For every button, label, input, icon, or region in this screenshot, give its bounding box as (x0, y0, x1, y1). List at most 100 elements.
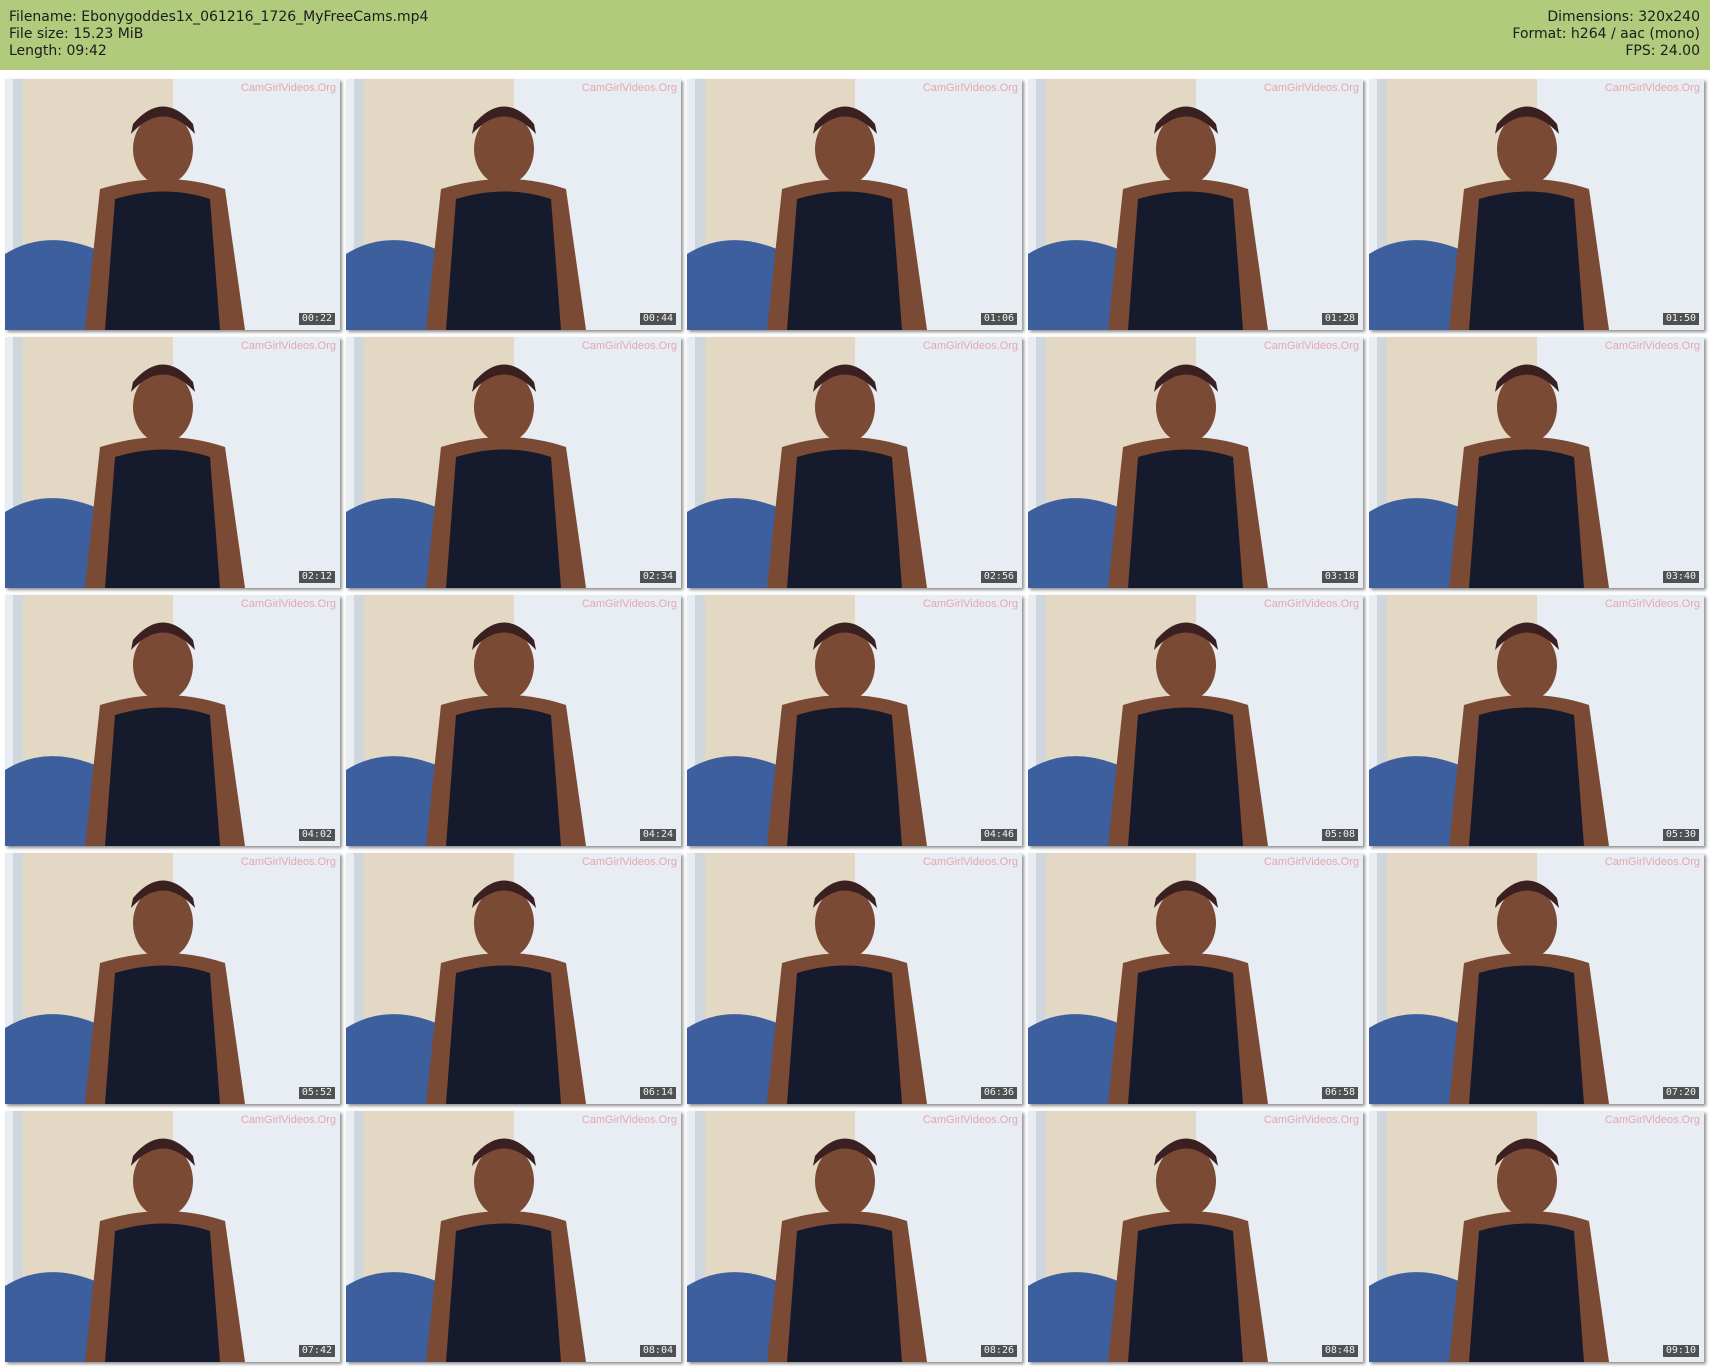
format-text: Format: h264 / aac (mono) (1512, 26, 1700, 42)
frame-image (5, 1111, 340, 1362)
frame-timestamp: 03:18 (1321, 571, 1358, 583)
frame-timestamp: 04:24 (639, 829, 676, 841)
frame-timestamp: 08:48 (1321, 1345, 1358, 1357)
video-frame-thumbnail: CamGirlVideos.Org 06:14 (346, 853, 681, 1104)
watermark-text: CamGirlVideos.Org (922, 598, 1018, 610)
frame-timestamp: 06:36 (980, 1087, 1017, 1099)
video-frame-thumbnail: CamGirlVideos.Org 09:10 (1369, 1111, 1704, 1362)
frame-image (1028, 595, 1363, 846)
frame-image (687, 595, 1022, 846)
frame-timestamp: 05:08 (1321, 829, 1358, 841)
frame-timestamp: 05:52 (298, 1087, 335, 1099)
file-info-left: Filename: Ebonygoddes1x_061216_1726_MyFr… (9, 9, 428, 60)
frame-image (1369, 337, 1704, 588)
file-info-right: Dimensions: 320x240 Format: h264 / aac (… (1512, 9, 1700, 60)
video-frame-thumbnail: CamGirlVideos.Org 06:58 (1028, 853, 1363, 1104)
frame-timestamp: 04:02 (298, 829, 335, 841)
frame-timestamp: 08:26 (980, 1345, 1017, 1357)
frame-image (687, 1111, 1022, 1362)
video-frame-thumbnail: CamGirlVideos.Org 01:50 (1369, 79, 1704, 330)
watermark-text: CamGirlVideos.Org (922, 340, 1018, 352)
video-frame-thumbnail: CamGirlVideos.Org 07:20 (1369, 853, 1704, 1104)
frame-timestamp: 09:10 (1662, 1345, 1699, 1357)
frame-timestamp: 07:20 (1662, 1087, 1699, 1099)
frame-image (346, 337, 681, 588)
video-frame-thumbnail: CamGirlVideos.Org 02:34 (346, 337, 681, 588)
frame-image (346, 853, 681, 1104)
video-frame-thumbnail: CamGirlVideos.Org 03:18 (1028, 337, 1363, 588)
file-info-header: Filename: Ebonygoddes1x_061216_1726_MyFr… (0, 0, 1710, 70)
watermark-text: CamGirlVideos.Org (1263, 856, 1359, 868)
frame-timestamp: 00:44 (639, 313, 676, 325)
frame-image (1369, 595, 1704, 846)
dimensions-text: Dimensions: 320x240 (1547, 9, 1700, 25)
watermark-text: CamGirlVideos.Org (240, 598, 336, 610)
video-frame-thumbnail: CamGirlVideos.Org 02:12 (5, 337, 340, 588)
video-frame-thumbnail: CamGirlVideos.Org 03:40 (1369, 337, 1704, 588)
frame-image (1369, 1111, 1704, 1362)
frame-image (1028, 79, 1363, 330)
frame-timestamp: 04:46 (980, 829, 1017, 841)
frame-timestamp: 05:30 (1662, 829, 1699, 841)
video-frame-thumbnail: CamGirlVideos.Org 04:46 (687, 595, 1022, 846)
watermark-text: CamGirlVideos.Org (1604, 340, 1700, 352)
frame-image (1028, 853, 1363, 1104)
frame-image (5, 337, 340, 588)
watermark-text: CamGirlVideos.Org (240, 856, 336, 868)
frame-image (687, 79, 1022, 330)
watermark-text: CamGirlVideos.Org (922, 856, 1018, 868)
video-frame-thumbnail: CamGirlVideos.Org 04:24 (346, 595, 681, 846)
filesize-text: File size: 15.23 MiB (9, 26, 144, 42)
video-frame-thumbnail: CamGirlVideos.Org 02:56 (687, 337, 1022, 588)
watermark-text: CamGirlVideos.Org (240, 82, 336, 94)
frame-timestamp: 01:28 (1321, 313, 1358, 325)
watermark-text: CamGirlVideos.Org (1263, 1114, 1359, 1126)
frame-timestamp: 07:42 (298, 1345, 335, 1357)
video-frame-thumbnail: CamGirlVideos.Org 08:48 (1028, 1111, 1363, 1362)
frame-timestamp: 06:14 (639, 1087, 676, 1099)
video-frame-thumbnail: CamGirlVideos.Org 01:06 (687, 79, 1022, 330)
frame-image (1028, 337, 1363, 588)
frame-timestamp: 02:34 (639, 571, 676, 583)
watermark-text: CamGirlVideos.Org (581, 82, 677, 94)
frame-image (1369, 79, 1704, 330)
watermark-text: CamGirlVideos.Org (922, 82, 1018, 94)
frame-timestamp: 01:50 (1662, 313, 1699, 325)
watermark-text: CamGirlVideos.Org (922, 1114, 1018, 1126)
video-frame-thumbnail: CamGirlVideos.Org 00:44 (346, 79, 681, 330)
frame-timestamp: 01:06 (980, 313, 1017, 325)
watermark-text: CamGirlVideos.Org (1604, 856, 1700, 868)
frame-timestamp: 00:22 (298, 313, 335, 325)
watermark-text: CamGirlVideos.Org (1604, 82, 1700, 94)
video-frame-thumbnail: CamGirlVideos.Org 05:52 (5, 853, 340, 1104)
filename-text: Filename: Ebonygoddes1x_061216_1726_MyFr… (9, 9, 429, 25)
watermark-text: CamGirlVideos.Org (240, 340, 336, 352)
watermark-text: CamGirlVideos.Org (1604, 1114, 1700, 1126)
frame-image (5, 595, 340, 846)
watermark-text: CamGirlVideos.Org (1263, 340, 1359, 352)
thumbnail-grid: CamGirlVideos.Org 00:22 CamGirlVideos.Org 0… (5, 79, 1705, 1365)
frame-image (5, 853, 340, 1104)
frame-image (687, 853, 1022, 1104)
video-frame-thumbnail: CamGirlVideos.Org 06:36 (687, 853, 1022, 1104)
frame-image (5, 79, 340, 330)
watermark-text: CamGirlVideos.Org (581, 598, 677, 610)
video-frame-thumbnail: CamGirlVideos.Org 08:04 (346, 1111, 681, 1362)
video-frame-thumbnail: CamGirlVideos.Org 04:02 (5, 595, 340, 846)
frame-image (687, 337, 1022, 588)
video-frame-thumbnail: CamGirlVideos.Org 08:26 (687, 1111, 1022, 1362)
watermark-text: CamGirlVideos.Org (581, 1114, 677, 1126)
video-frame-thumbnail: CamGirlVideos.Org 05:08 (1028, 595, 1363, 846)
video-frame-thumbnail: CamGirlVideos.Org 05:30 (1369, 595, 1704, 846)
watermark-text: CamGirlVideos.Org (581, 856, 677, 868)
watermark-text: CamGirlVideos.Org (581, 340, 677, 352)
fps-text: FPS: 24.00 (1625, 43, 1700, 59)
frame-image (346, 1111, 681, 1362)
watermark-text: CamGirlVideos.Org (240, 1114, 336, 1126)
frame-timestamp: 06:58 (1321, 1087, 1358, 1099)
watermark-text: CamGirlVideos.Org (1604, 598, 1700, 610)
frame-image (346, 79, 681, 330)
frame-timestamp: 02:56 (980, 571, 1017, 583)
frame-timestamp: 03:40 (1662, 571, 1699, 583)
length-text: Length: 09:42 (9, 43, 107, 59)
